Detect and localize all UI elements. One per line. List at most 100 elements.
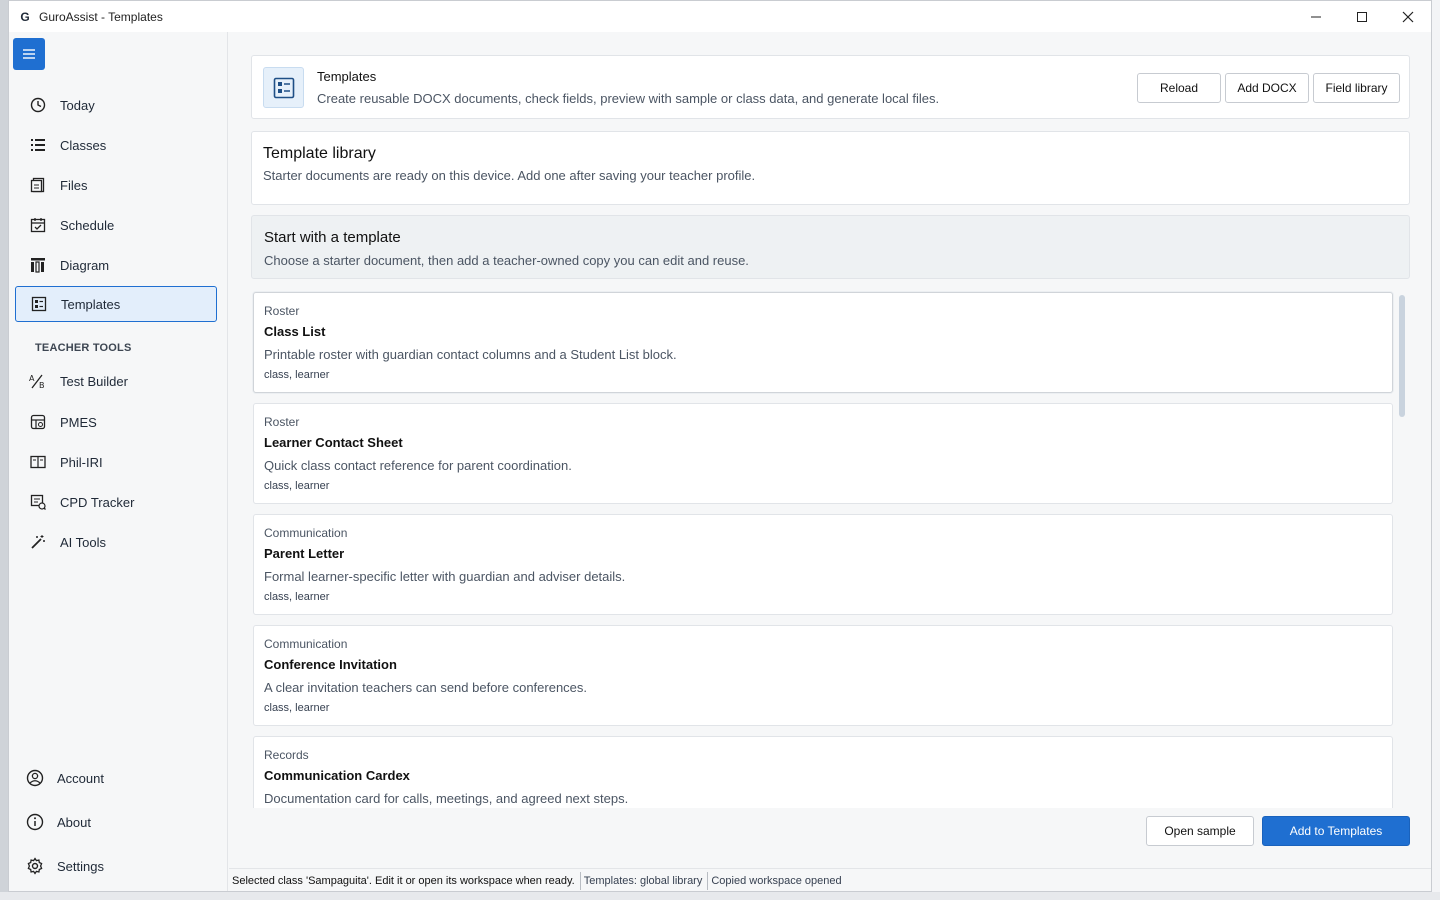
magic-wand-icon — [29, 533, 47, 551]
template-description: Quick class contact reference for parent… — [264, 458, 572, 473]
template-name: Learner Contact Sheet — [264, 435, 403, 450]
status-templates: Templates: global library — [581, 872, 709, 890]
template-category: Communication — [264, 637, 348, 651]
book-icon — [29, 453, 47, 471]
sidebar-item-about[interactable]: About — [15, 804, 217, 840]
sidebar-item-label: Files — [60, 177, 88, 193]
sidebar-item-cpd-tracker[interactable]: CPD Tracker — [15, 484, 217, 520]
teacher-tools-heading: TEACHER TOOLS — [35, 342, 132, 354]
sidebar-item-label: CPD Tracker — [60, 494, 135, 510]
template-item-parent-letter[interactable]: Communication Parent Letter Formal learn… — [253, 514, 1393, 615]
sidebar-item-label: Phil-IRI — [60, 454, 103, 470]
template-library-title: Template library — [263, 145, 376, 162]
template-description: Formal learner-specific letter with guar… — [264, 569, 626, 584]
template-description: A clear invitation teachers can send bef… — [264, 680, 588, 695]
template-tags: class, learner — [264, 480, 330, 492]
minimize-button[interactable] — [1293, 1, 1339, 32]
sidebar-item-classes[interactable]: Classes — [15, 127, 217, 163]
sidebar-item-label: Test Builder — [60, 373, 128, 389]
main-content: Templates Create reusable DOCX documents… — [229, 32, 1431, 868]
template-name: Parent Letter — [264, 546, 345, 561]
sidebar-item-label: About — [57, 814, 91, 830]
template-item-class-list[interactable]: Roster Class List Printable roster with … — [253, 292, 1393, 393]
template-name: Class List — [264, 324, 326, 339]
hamburger-icon — [23, 49, 35, 59]
sidebar-item-today[interactable]: Today — [15, 87, 217, 123]
template-item-conference-invitation[interactable]: Communication Conference Invitation A cl… — [253, 625, 1393, 726]
sidebar-item-account[interactable]: Account — [15, 760, 217, 796]
test-builder-icon: AB — [29, 372, 47, 390]
app-window: G GuroAssist - Templates Today Classes F… — [8, 0, 1432, 892]
template-name: Communication Cardex — [264, 768, 410, 783]
sidebar-item-label: Classes — [60, 137, 107, 153]
sidebar-item-label: Diagram — [60, 257, 110, 273]
files-icon — [29, 176, 47, 194]
close-icon — [1402, 11, 1414, 22]
page-subtitle: Create reusable DOCX documents, check fi… — [317, 91, 940, 106]
open-sample-button[interactable]: Open sample — [1146, 816, 1254, 846]
background-window-edge — [1432, 0, 1440, 900]
template-name: Conference Invitation — [264, 657, 397, 672]
start-template-subtitle: Choose a starter document, then add a te… — [264, 253, 749, 268]
sidebar-item-label: PMES — [60, 414, 97, 430]
sidebar-item-schedule[interactable]: Schedule — [15, 207, 217, 243]
sidebar-item-ai-tools[interactable]: AI Tools — [15, 524, 217, 560]
sidebar-item-label: Settings — [57, 858, 104, 874]
template-item-communication-cardex[interactable]: Records Communication Cardex Documentati… — [253, 736, 1393, 808]
status-bar: Selected class 'Sampaguita'. Edit it or … — [229, 868, 1431, 891]
sidebar-item-templates[interactable]: Templates — [15, 286, 217, 322]
pmes-icon — [29, 413, 47, 431]
maximize-icon — [1357, 11, 1367, 22]
maximize-button[interactable] — [1339, 1, 1385, 32]
sidebar-item-pmes[interactable]: PMES — [15, 404, 217, 440]
add-docx-button[interactable]: Add DOCX — [1225, 73, 1309, 103]
svg-text:B: B — [39, 381, 45, 389]
sidebar-item-label: AI Tools — [60, 534, 107, 550]
template-tags: class, learner — [264, 591, 330, 603]
account-icon — [25, 768, 45, 788]
sidebar-item-test-builder[interactable]: AB Test Builder — [15, 363, 217, 399]
sidebar-item-label: Today — [60, 97, 95, 113]
templates-header-card: Templates Create reusable DOCX documents… — [251, 55, 1410, 119]
minimize-icon — [1311, 16, 1321, 17]
background-desktop-edge — [0, 892, 1440, 900]
sidebar-item-phil-iri[interactable]: Phil-IRI — [15, 444, 217, 480]
svg-text:A: A — [29, 374, 35, 383]
start-template-card: Start with a template Choose a starter d… — [251, 215, 1410, 279]
menu-toggle-button[interactable] — [13, 38, 45, 70]
window-title: GuroAssist - Templates — [39, 9, 163, 24]
calendar-icon — [29, 216, 47, 234]
template-list-scrollbar[interactable] — [1399, 295, 1405, 417]
info-icon — [25, 812, 45, 832]
clock-icon — [29, 96, 47, 114]
sidebar-item-label: Templates — [61, 296, 121, 312]
template-tags: class, learner — [264, 702, 330, 714]
close-button[interactable] — [1385, 1, 1431, 32]
sidebar-item-label: Account — [57, 770, 104, 786]
sidebar-item-settings[interactable]: Settings — [15, 848, 217, 884]
template-library-card: Template library Starter documents are r… — [251, 131, 1410, 205]
list-icon — [29, 136, 47, 154]
sidebar-item-diagram[interactable]: Diagram — [15, 247, 217, 283]
tracker-icon — [29, 493, 47, 511]
template-category: Records — [264, 748, 309, 762]
page-title: Templates — [317, 69, 377, 84]
template-description: Printable roster with guardian contact c… — [264, 347, 677, 362]
status-message: Selected class 'Sampaguita'. Edit it or … — [229, 872, 581, 890]
templates-header-icon — [263, 67, 304, 108]
reload-button[interactable]: Reload — [1137, 73, 1221, 103]
field-library-button[interactable]: Field library — [1313, 73, 1400, 103]
template-list[interactable]: Roster Class List Printable roster with … — [251, 290, 1410, 808]
template-description: Documentation card for calls, meetings, … — [264, 791, 629, 806]
start-template-title: Start with a template — [264, 229, 401, 246]
title-bar: G GuroAssist - Templates — [9, 1, 1431, 32]
sidebar-item-label: Schedule — [60, 217, 115, 233]
status-workspace: Copied workspace opened — [711, 875, 842, 887]
gear-icon — [25, 856, 45, 876]
add-to-templates-button[interactable]: Add to Templates — [1262, 816, 1410, 846]
sidebar: Today Classes Files Schedule Diagram Tem… — [9, 32, 228, 891]
template-library-subtitle: Starter documents are ready on this devi… — [263, 168, 756, 183]
template-category: Communication — [264, 526, 348, 540]
template-item-learner-contact-sheet[interactable]: Roster Learner Contact Sheet Quick class… — [253, 403, 1393, 504]
sidebar-item-files[interactable]: Files — [15, 167, 217, 203]
